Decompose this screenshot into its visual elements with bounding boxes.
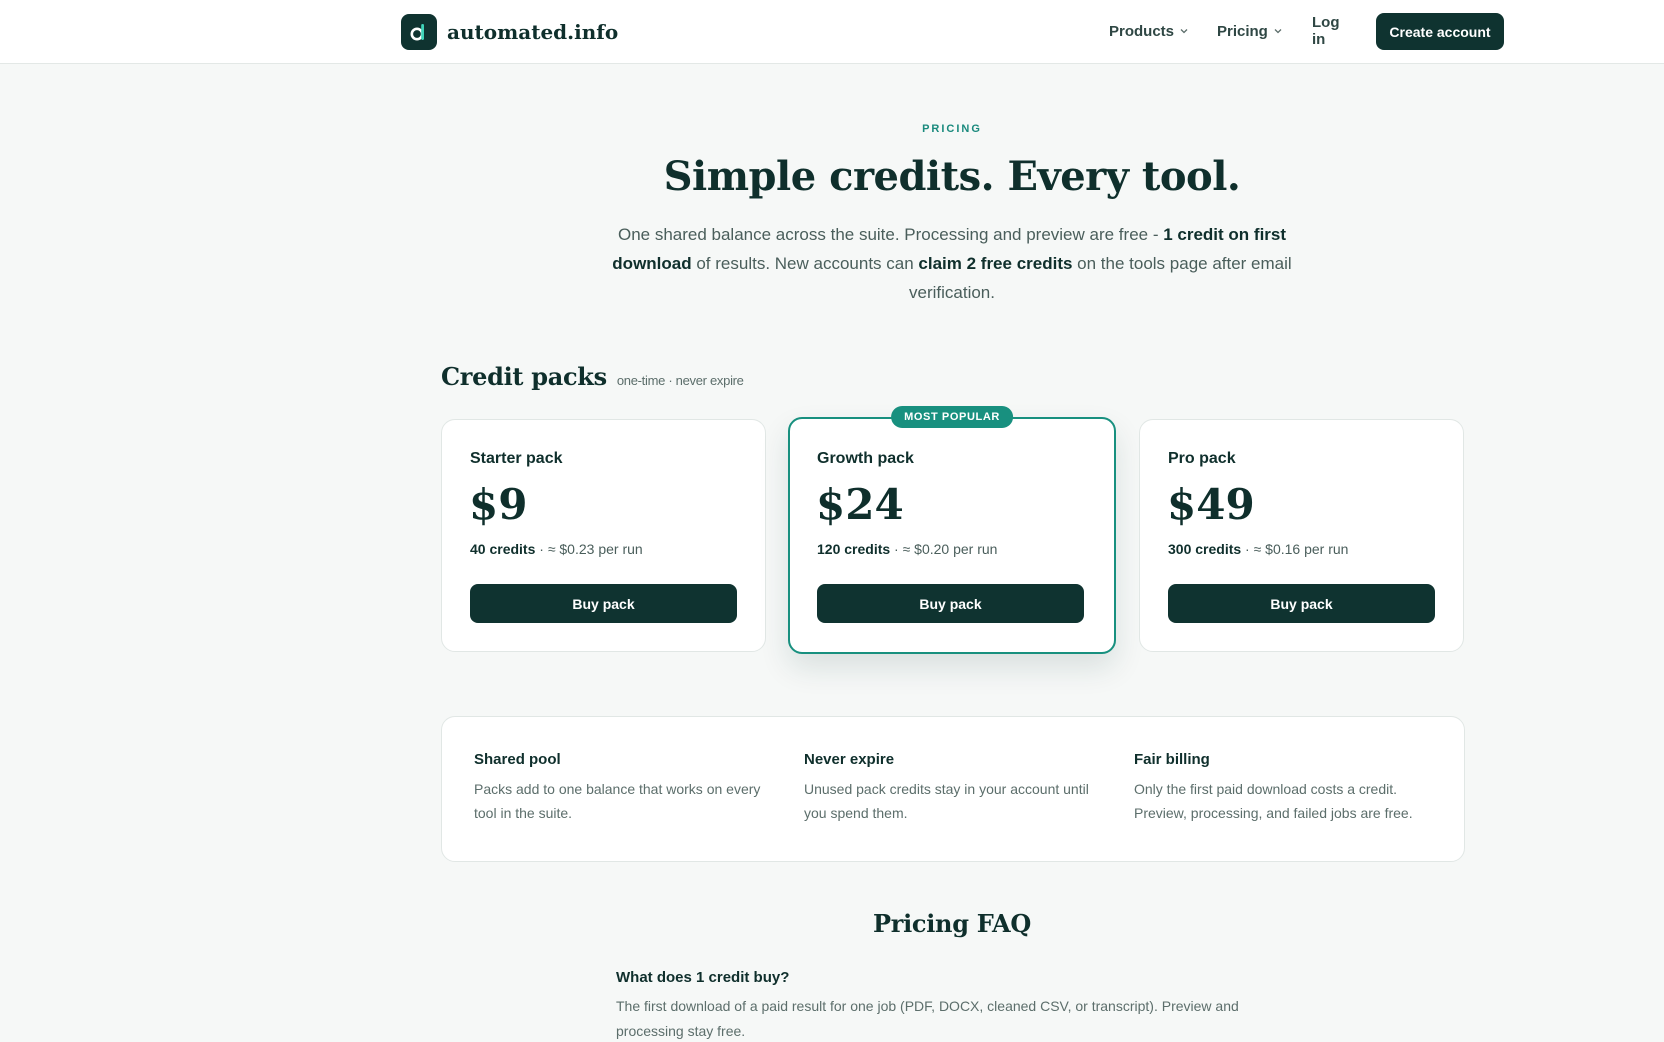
pack-name: Growth pack (817, 450, 914, 467)
page-title: Simple credits. Every tool. (663, 153, 1241, 200)
pack-card-pro: Pro pack $49 300 credits · ≈ $0.16 per r… (1139, 419, 1464, 652)
pack-price: $49 (1167, 480, 1255, 529)
pack-credits: 40 credits · ≈ $0.23 per run (470, 541, 643, 557)
brand-logo[interactable]: automated.info (401, 14, 618, 50)
hero-subtitle: One shared balance across the suite. Pro… (612, 220, 1292, 307)
feature-text: Only the first paid download costs a cre… (1134, 781, 1413, 821)
most-popular-badge: MOST POPULAR (891, 406, 1013, 428)
nav-products-label: Products (1109, 22, 1175, 40)
hero-subtitle-text: One shared balance across the suite. Pro… (617, 225, 1164, 244)
pack-price: $24 (816, 480, 904, 529)
nav-pricing-menu[interactable]: Pricing (1217, 23, 1283, 40)
logo-icon (401, 14, 437, 50)
pack-name: Pro pack (1168, 450, 1236, 467)
feature-title: Shared pool (474, 751, 561, 768)
features-panel: Shared pool Packs add to one balance tha… (441, 716, 1465, 862)
feature-title: Never expire (804, 751, 895, 768)
pack-credits: 300 credits · ≈ $0.16 per run (1168, 541, 1348, 557)
login-link[interactable]: Log in (1312, 14, 1340, 48)
pack-per-run: · ≈ $0.16 per run (1241, 541, 1349, 557)
faq-title: Pricing FAQ (873, 909, 1031, 938)
pack-credit-count: 300 credits (1168, 541, 1242, 557)
pack-credit-count: 40 credits (470, 541, 536, 557)
credit-packs-header: Credit packs one-time · never expire (441, 362, 744, 391)
hero-subtitle-highlight: claim 2 free credits (918, 254, 1073, 273)
faq-answer: The first download of a paid result for … (616, 998, 1239, 1039)
pack-card-starter: Starter pack $9 40 credits · ≈ $0.23 per… (441, 419, 766, 652)
hero-subtitle-text: of results. New accounts can (691, 254, 919, 273)
pack-credits: 120 credits · ≈ $0.20 per run (817, 541, 997, 557)
pack-name: Starter pack (470, 450, 563, 467)
pack-per-run: · ≈ $0.20 per run (890, 541, 998, 557)
feature-fair-billing: Fair billing Only the first paid downloa… (1134, 751, 1434, 825)
section-eyebrow: PRICING (922, 123, 982, 135)
chevron-down-icon (1180, 29, 1188, 34)
feature-shared-pool: Shared pool Packs add to one balance tha… (474, 751, 774, 825)
nav-products-menu[interactable]: Products (1109, 23, 1189, 40)
chevron-down-icon (1274, 29, 1282, 34)
buy-pack-button[interactable]: Buy pack (470, 584, 737, 623)
credit-packs-note: one-time · never expire (616, 373, 744, 388)
feature-text: Packs add to one balance that works on e… (474, 781, 761, 821)
feature-title: Fair billing (1134, 751, 1210, 768)
top-navigation-bar: automated.info Products Pricing Log in C… (0, 0, 1664, 64)
pack-credit-count: 120 credits (817, 541, 891, 557)
pack-price: $9 (469, 480, 528, 529)
buy-pack-button[interactable]: Buy pack (1168, 584, 1435, 623)
create-account-button[interactable]: Create account (1376, 13, 1504, 50)
pack-card-growth: MOST POPULAR Growth pack $24 120 credits… (788, 406, 1116, 654)
feature-text: Unused pack credits stay in your account… (804, 781, 1089, 821)
credit-packs-title: Credit packs (441, 362, 607, 391)
brand-name: automated.info (447, 20, 619, 44)
feature-never-expire: Never expire Unused pack credits stay in… (804, 751, 1104, 825)
faq-question[interactable]: What does 1 credit buy? (616, 969, 789, 986)
buy-pack-button[interactable]: Buy pack (817, 584, 1084, 623)
nav-pricing-label: Pricing (1217, 22, 1268, 40)
pack-per-run: · ≈ $0.23 per run (535, 541, 643, 557)
